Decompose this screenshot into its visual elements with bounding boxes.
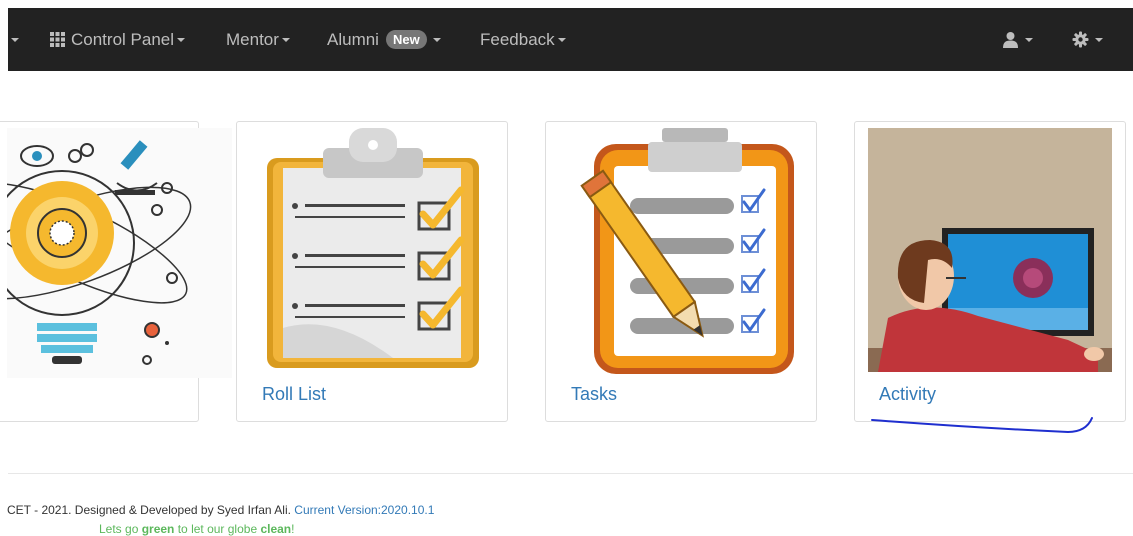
slogan-green-word: green bbox=[141, 522, 175, 536]
chevron-down-icon bbox=[557, 37, 566, 42]
slogan-clean-word: clean bbox=[260, 522, 292, 536]
new-badge: New bbox=[385, 30, 427, 49]
nav-control-panel[interactable]: Control Panel bbox=[50, 8, 186, 71]
footer-copyright: CET - 2021. Designed & Developed by Syed… bbox=[7, 503, 434, 517]
handdrawn-underline bbox=[871, 417, 1093, 434]
lightbulb-gear-illustration bbox=[7, 128, 232, 378]
footer-divider bbox=[8, 473, 1133, 474]
copyright-text: CET - 2021. Designed & Developed by Syed… bbox=[7, 503, 291, 517]
footer-green-slogan: Lets go green to let our globe clean! bbox=[99, 522, 294, 536]
chevron-down-icon bbox=[177, 37, 186, 42]
top-navbar: Control Panel Mentor Alumni New Feedback bbox=[8, 8, 1133, 71]
clipboard-checklist-illustration bbox=[267, 128, 479, 368]
user-menu[interactable] bbox=[1002, 8, 1033, 71]
nav-control-panel-label: Control Panel bbox=[71, 29, 175, 49]
card-activity[interactable]: Activity bbox=[854, 121, 1126, 422]
slogan-part-1: Lets go bbox=[99, 522, 142, 536]
version-link[interactable]: Current Version:2020.10.1 bbox=[294, 503, 434, 517]
nav-feedback-label: Feedback bbox=[480, 29, 555, 49]
slogan-end: ! bbox=[291, 522, 295, 536]
slogan-part-2: to let our globe bbox=[174, 522, 261, 536]
card-label-tasks[interactable]: Tasks bbox=[571, 384, 617, 405]
card-roll-list[interactable]: Roll List bbox=[236, 121, 508, 422]
gear-icon bbox=[1072, 31, 1089, 48]
chevron-down-icon bbox=[432, 37, 441, 42]
card-label-activity[interactable]: Activity bbox=[879, 384, 936, 405]
card-label-roll-list[interactable]: Roll List bbox=[262, 384, 326, 405]
user-icon bbox=[1003, 32, 1018, 48]
nav-feedback[interactable]: Feedback bbox=[480, 8, 566, 71]
settings-menu[interactable] bbox=[1072, 8, 1103, 71]
nav-alumni-label: Alumni bbox=[327, 29, 379, 49]
nav-mentor[interactable]: Mentor bbox=[226, 8, 290, 71]
nav-caret-partial[interactable] bbox=[8, 8, 19, 71]
card-partial[interactable] bbox=[0, 121, 232, 422]
person-at-computer-illustration bbox=[868, 128, 1112, 372]
chevron-down-icon bbox=[1095, 37, 1103, 42]
nav-alumni[interactable]: Alumni New bbox=[327, 8, 441, 71]
chevron-down-icon bbox=[1025, 37, 1033, 42]
nav-mentor-label: Mentor bbox=[226, 29, 279, 49]
chevron-down-icon bbox=[281, 37, 290, 42]
clipboard-pencil-illustration bbox=[580, 128, 794, 374]
card-tasks[interactable]: Tasks bbox=[545, 121, 817, 422]
grid-icon bbox=[50, 32, 65, 47]
